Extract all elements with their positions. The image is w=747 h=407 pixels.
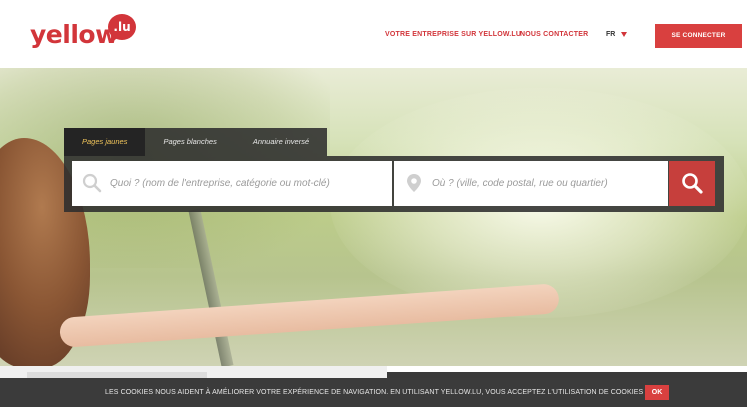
tab-pages-jaunes[interactable]: Pages jaunes — [64, 128, 146, 156]
tab-annuaire-inverse[interactable]: Annuaire inversé — [235, 128, 327, 156]
what-search-input[interactable]: Quoi ? (nom de l'entreprise, catégorie o… — [72, 161, 392, 206]
cookie-ok-button[interactable]: OK — [645, 385, 669, 400]
nav-business-link[interactable]: VOTRE ENTREPRISE SUR YELLOW.LU — [385, 31, 521, 38]
logo-badge: .lu — [108, 14, 136, 40]
what-placeholder: Quoi ? (nom de l'entreprise, catégorie o… — [110, 178, 330, 189]
location-pin-icon — [407, 174, 421, 192]
search-bar: Quoi ? (nom de l'entreprise, catégorie o… — [64, 156, 724, 212]
language-selector[interactable]: FR — [606, 31, 615, 38]
tab-pages-blanches[interactable]: Pages blanches — [145, 128, 234, 156]
caret-down-icon[interactable] — [621, 32, 627, 37]
cookie-banner: LES COOKIES NOUS AIDENT À AMÉLIORER VOTR… — [0, 378, 747, 407]
logo-text: yellow — [30, 20, 118, 49]
nav-contact-link[interactable]: NOUS CONTACTER — [520, 31, 588, 38]
header: yellow .lu VOTRE ENTREPRISE SUR YELLOW.L… — [0, 0, 747, 68]
where-placeholder: Où ? (ville, code postal, rue ou quartie… — [432, 178, 608, 189]
hero-image — [0, 68, 747, 366]
login-button[interactable]: SE CONNECTER — [655, 24, 742, 48]
cookie-message: LES COOKIES NOUS AIDENT À AMÉLIORER VOTR… — [105, 389, 644, 396]
where-search-input[interactable]: Où ? (ville, code postal, rue ou quartie… — [394, 161, 668, 206]
search-tabs: Pages jaunes Pages blanches Annuaire inv… — [64, 128, 328, 156]
search-icon — [682, 173, 703, 194]
search-icon — [82, 173, 102, 193]
search-submit-button[interactable] — [669, 161, 715, 206]
woman-arm — [58, 283, 560, 348]
